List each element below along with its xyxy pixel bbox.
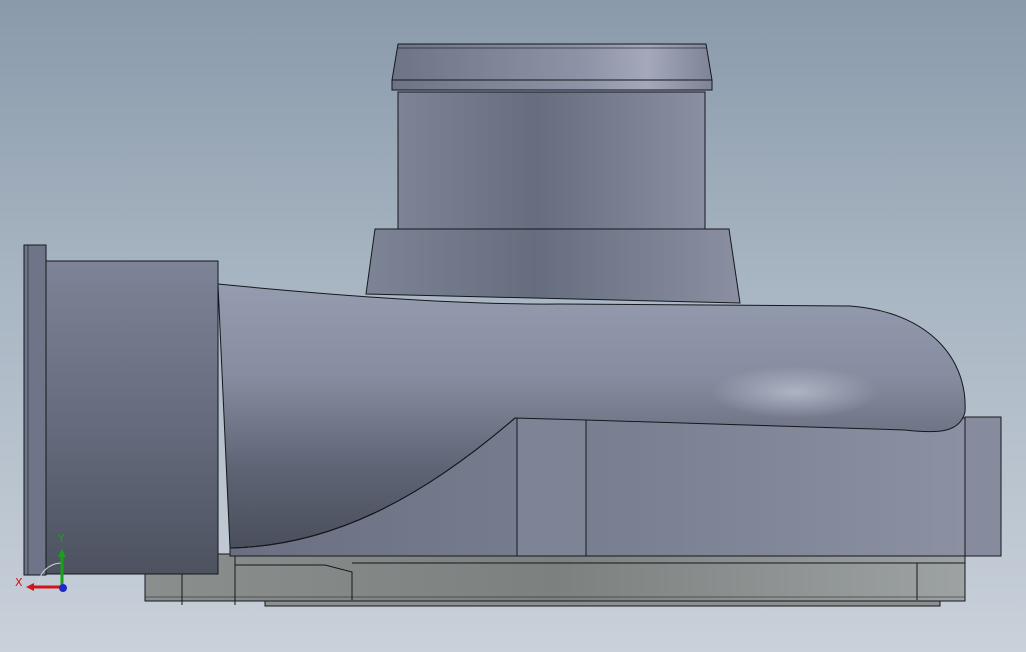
outlet-cone[interactable] [365, 228, 741, 304]
base-plate[interactable] [144, 553, 966, 607]
outlet-pipe[interactable] [391, 43, 713, 230]
triad-z-axis [59, 584, 67, 592]
triad-y-label: Y [58, 532, 65, 545]
part-model[interactable] [0, 0, 1026, 652]
graphics-viewport[interactable]: X Y [0, 0, 1026, 652]
triad-x-label: X [15, 576, 23, 589]
inlet-flange[interactable] [23, 244, 219, 576]
